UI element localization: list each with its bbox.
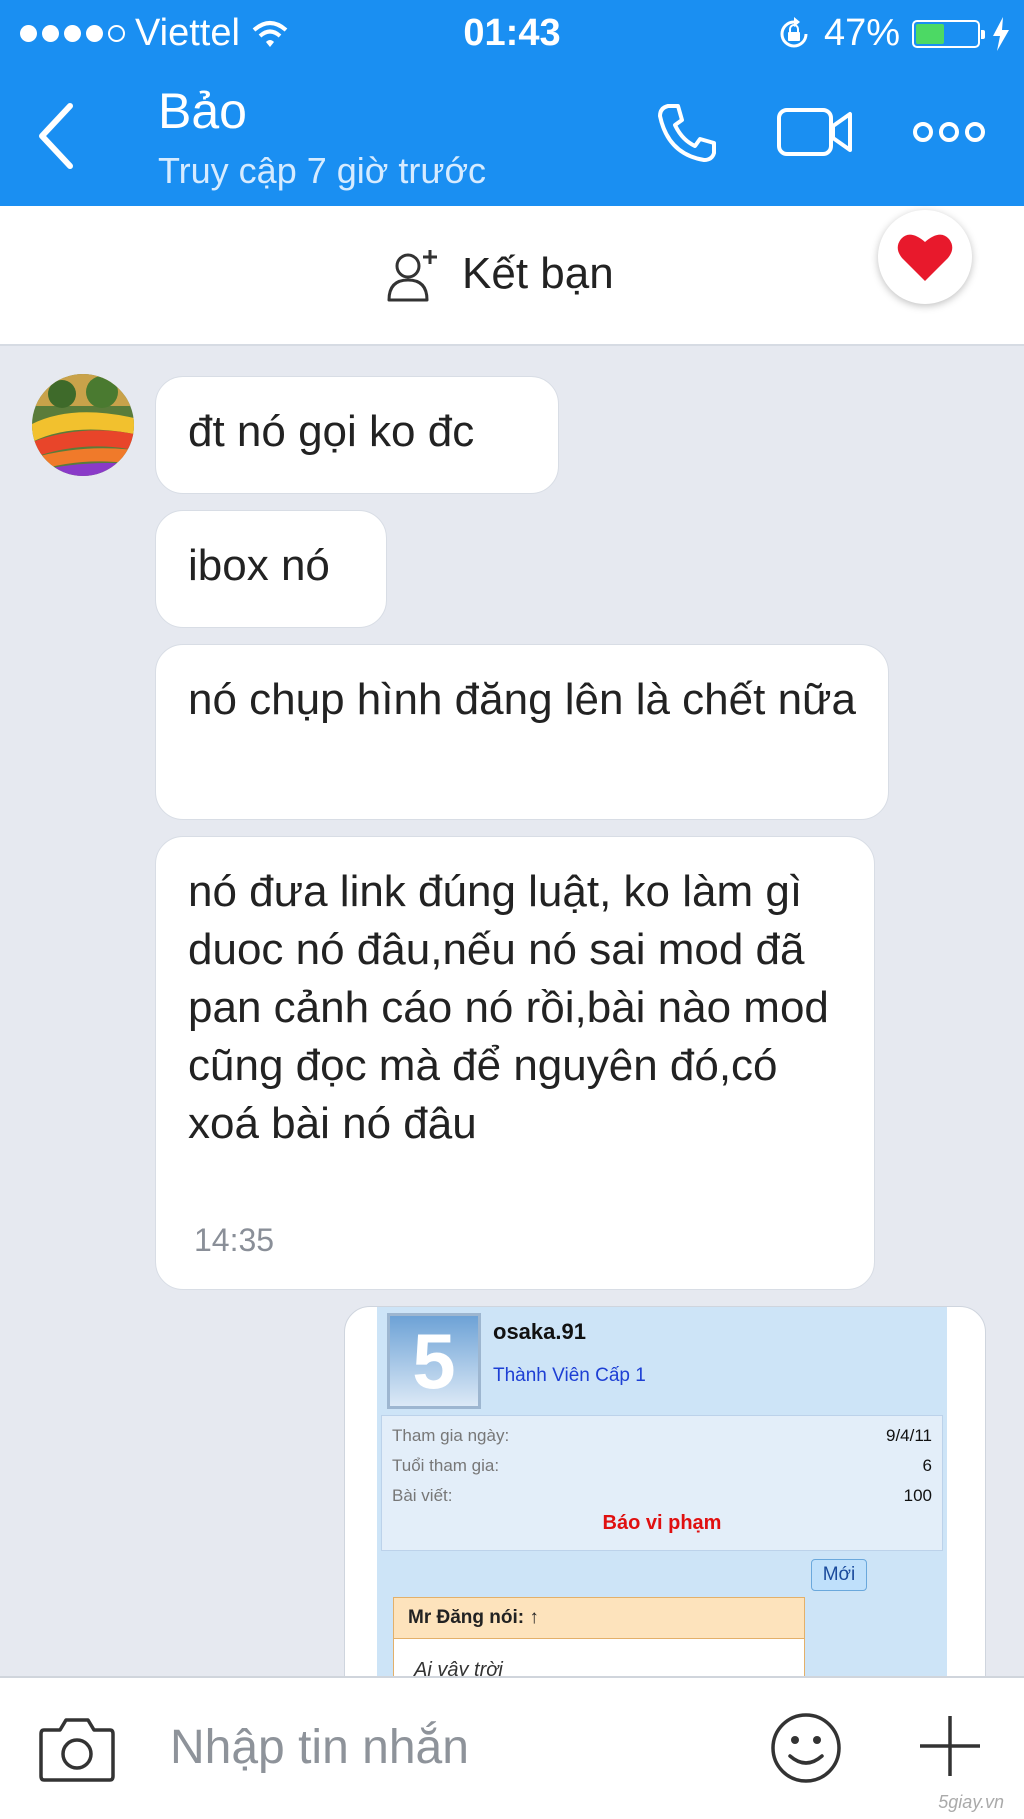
message-text: nó đưa link đúng luật, ko làm gì duoc nó… <box>188 867 829 1148</box>
stat-label: Tham gia ngày: <box>392 1426 510 1445</box>
message-bubble[interactable]: ibox nó <box>155 510 387 628</box>
video-call-icon[interactable] <box>776 104 854 160</box>
avatar[interactable] <box>32 374 134 476</box>
quote-header: Mr Đăng nói: ↑ <box>394 1598 804 1639</box>
emoji-icon[interactable] <box>770 1712 842 1784</box>
contact-name[interactable]: Bảo <box>158 82 247 140</box>
battery-icon <box>912 19 985 48</box>
camera-icon[interactable] <box>38 1714 116 1784</box>
back-icon[interactable] <box>30 96 90 176</box>
add-person-icon <box>387 250 437 302</box>
status-bar: Viettel 01:43 47% <box>0 0 1024 64</box>
add-friend-bar: Kết bạn <box>0 206 1024 346</box>
rank-number-badge: 5 <box>387 1313 481 1409</box>
add-friend-label: Kết bạn <box>462 249 614 298</box>
charging-icon <box>993 16 1009 51</box>
chat-header: Bảo Truy cập 7 giờ trước <box>0 64 1024 206</box>
forum-profile-card: 5 osaka.91 Thành Viên Cấp 1 Tham gia ngà… <box>377 1307 947 1687</box>
more-icon[interactable] <box>912 120 986 144</box>
heart-icon <box>897 234 953 281</box>
stat-label: Bài viết: <box>392 1486 453 1505</box>
message-text: ibox nó <box>188 541 330 590</box>
forum-username: osaka.91 <box>493 1319 586 1344</box>
phone-icon[interactable] <box>654 100 720 166</box>
battery-percent: 47% <box>823 12 900 54</box>
message-text: nó chụp hình đăng lên là chết nữa <box>188 675 856 724</box>
message-composer: Nhập tin nhắn 5giay.vn <box>0 1676 1024 1819</box>
stat-label: Tuổi tham gia: <box>392 1456 500 1475</box>
message-text: đt nó gọi ko đc <box>188 407 475 456</box>
status-right: 47% <box>776 12 1010 55</box>
stat-row: Tham gia ngày: 9/4/11 <box>392 1426 932 1446</box>
message-bubble[interactable]: đt nó gọi ko đc <box>155 376 559 494</box>
stat-value: 6 <box>922 1456 932 1475</box>
reaction-button[interactable] <box>878 210 972 304</box>
message-bubble[interactable]: nó chụp hình đăng lên là chết nữa <box>155 644 889 820</box>
forum-stats-panel: Tham gia ngày: 9/4/11 Tuổi tham gia: 6 B… <box>381 1415 943 1551</box>
stat-row: Tuổi tham gia: 6 <box>392 1456 932 1476</box>
plus-icon[interactable] <box>918 1714 982 1778</box>
last-seen-status: Truy cập 7 giờ trước <box>158 150 487 191</box>
forum-quote: Mr Đăng nói: ↑ Ai vậy trời <box>393 1597 805 1687</box>
message-bubble[interactable]: nó đưa link đúng luật, ko làm gì duoc nó… <box>155 836 875 1290</box>
stat-row: Bài viết: 100 <box>392 1486 932 1506</box>
orientation-lock-icon <box>780 16 808 47</box>
message-timestamp: 14:35 <box>194 1222 275 1258</box>
message-input[interactable]: Nhập tin nhắn <box>170 1720 469 1775</box>
avatar-image <box>32 374 134 476</box>
forum-rank: Thành Viên Cấp 1 <box>493 1365 646 1386</box>
new-badge: Mới <box>811 1559 867 1591</box>
watermark: 5giay.vn <box>938 1792 1004 1812</box>
stat-value: 9/4/11 <box>885 1426 932 1445</box>
stat-value: 100 <box>903 1486 932 1505</box>
add-friend-button[interactable]: Kết bạn <box>386 246 614 302</box>
report-link: Báo vi phạm <box>602 1512 722 1534</box>
image-message[interactable]: 5 osaka.91 Thành Viên Cấp 1 Tham gia ngà… <box>344 1306 986 1688</box>
